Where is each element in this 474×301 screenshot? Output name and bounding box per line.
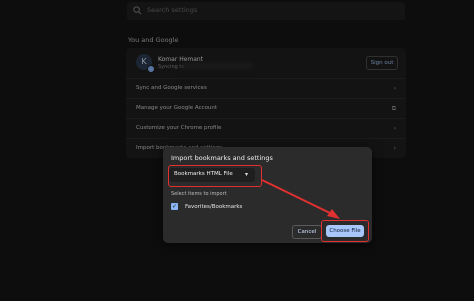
favorites-checkbox[interactable]: ✓ bbox=[171, 203, 178, 210]
highlight-select-box bbox=[168, 165, 262, 187]
cancel-button[interactable]: Cancel bbox=[292, 225, 322, 239]
favorites-checkbox-label: Favorites/Bookmarks bbox=[185, 204, 243, 210]
select-items-label: Select items to import bbox=[171, 191, 227, 197]
import-dialog: Import bookmarks and settings Bookmarks … bbox=[163, 147, 372, 243]
highlight-choose-box bbox=[321, 220, 369, 242]
dialog-title: Import bookmarks and settings bbox=[171, 154, 273, 162]
